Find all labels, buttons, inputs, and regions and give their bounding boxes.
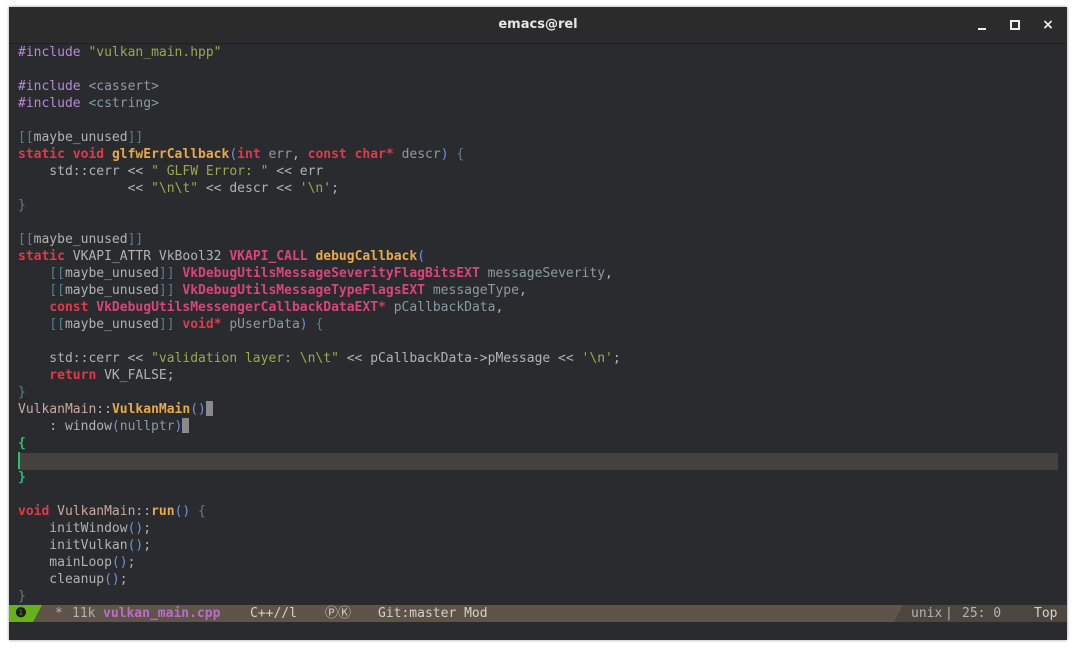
code-line[interactable]: VulkanMain::VulkanMain() — [18, 401, 213, 418]
code-line[interactable]: } — [18, 588, 26, 605]
maximize-icon — [1010, 20, 1020, 30]
echo-area[interactable] — [9, 622, 1067, 640]
code-line[interactable]: mainLoop(); — [18, 554, 135, 571]
code-line[interactable]: cleanup(); — [18, 571, 127, 588]
code-line[interactable]: [[maybe_unused]] — [18, 129, 143, 146]
code-line[interactable]: const VkDebugUtilsMessengerCallbackDataE… — [18, 299, 503, 316]
cursor-position: 25: 0 — [962, 606, 1002, 621]
current-line-highlight — [18, 453, 1058, 470]
mode-line: ❶ * 11k vulkan_main.cpp C++//l ⓅⓀ Git:ma… — [9, 605, 1067, 622]
buffer-size: 11k — [72, 606, 96, 621]
minimize-button[interactable] — [973, 16, 991, 34]
code-line[interactable]: [[maybe_unused]] VkDebugUtilsMessageSeve… — [18, 265, 613, 282]
close-button[interactable]: × — [1039, 16, 1057, 34]
modified-indicator: * — [55, 606, 63, 621]
code-line[interactable]: #include <cstring> — [18, 95, 159, 112]
window-number-badge[interactable]: ❶ — [9, 605, 33, 622]
minimize-icon — [978, 28, 986, 30]
code-line[interactable]: #include "vulkan_main.hpp" — [18, 44, 222, 61]
emacs-window: emacs@rel × #include "vulkan_main.hpp" #i… — [9, 7, 1067, 640]
encoding: unix — [911, 606, 943, 621]
minor-modes[interactable]: ⓅⓀ — [325, 605, 351, 622]
maximize-button[interactable] — [1006, 16, 1024, 34]
code-line[interactable]: #include <cassert> — [18, 78, 159, 95]
code-line[interactable]: [[maybe_unused]] void* pUserData) { — [18, 316, 323, 333]
code-line[interactable]: std::cerr << " GLFW Error: " << err — [18, 163, 323, 180]
trailing-space-marker — [205, 401, 213, 416]
code-line[interactable]: static void glfwErrCallback(int err, con… — [18, 146, 464, 163]
code-line[interactable]: initWindow(); — [18, 520, 151, 537]
code-line[interactable]: static VKAPI_ATTR VkBool32 VKAPI_CALL de… — [18, 248, 425, 265]
code-line[interactable]: [[maybe_unused]] VkDebugUtilsMessageType… — [18, 282, 526, 299]
code-editor[interactable]: #include "vulkan_main.hpp" #include <cass… — [9, 44, 1067, 605]
code-line[interactable]: std::cerr << "validation layer: \n\t" <<… — [18, 350, 620, 367]
text-cursor — [18, 452, 20, 469]
trailing-space-marker — [182, 418, 190, 433]
code-line[interactable]: : window(nullptr) — [18, 418, 190, 435]
code-line[interactable]: void VulkanMain::run() { — [18, 503, 206, 520]
code-line[interactable]: } — [18, 197, 26, 214]
code-line[interactable]: } — [18, 469, 26, 486]
buffer-name[interactable]: vulkan_main.cpp — [103, 605, 220, 622]
code-line[interactable]: } — [18, 384, 26, 401]
major-mode[interactable]: C++//l — [250, 605, 297, 622]
code-line[interactable]: return VK_FALSE; — [18, 367, 174, 384]
code-line[interactable]: << "\n\t" << descr << '\n'; — [18, 180, 339, 197]
window-title: emacs@rel — [498, 17, 578, 32]
code-line[interactable]: [[maybe_unused]] — [18, 231, 143, 248]
code-line[interactable]: { — [18, 435, 26, 452]
vcs-status[interactable]: Git:master Mod — [378, 605, 488, 622]
scroll-position: Top — [1034, 606, 1058, 621]
code-line[interactable]: initVulkan(); — [18, 537, 151, 554]
title-bar[interactable]: emacs@rel × — [9, 7, 1067, 44]
